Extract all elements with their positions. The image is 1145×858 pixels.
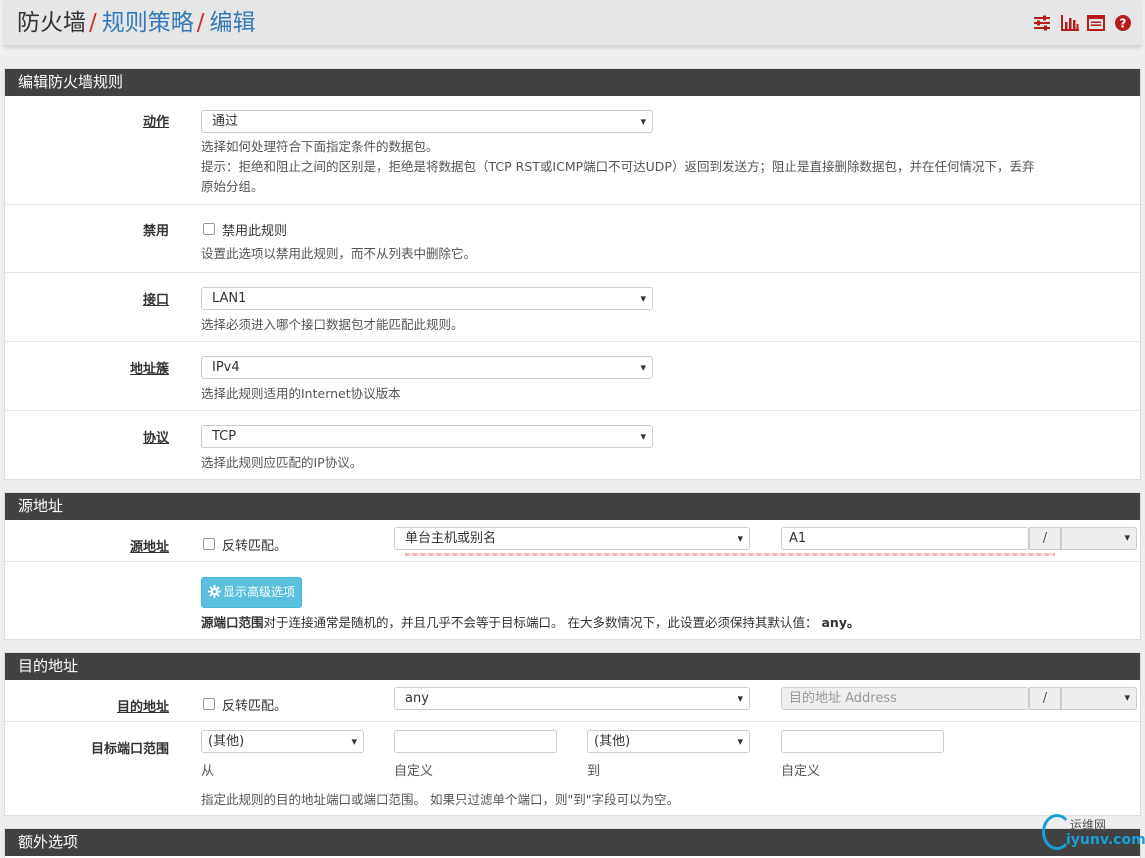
interface-label[interactable]: 接口 [143, 289, 169, 308]
interface-row: 接口 LAN1 选择必须进入哪个接口数据包才能匹配此规则。 [5, 273, 1140, 342]
show-advanced-button[interactable]: 显示高级选项 [201, 577, 302, 608]
port-from-caption: 从 [201, 764, 215, 779]
source-port-help-text: 对于连接通常是随机的，并且几乎不会等于目标端口。 在大多数情况下，此设置必须保持… [263, 615, 818, 630]
destination-type-select[interactable]: any [394, 687, 750, 710]
watermark-line2: iyunv.com [1066, 832, 1145, 848]
action-help-line: 提示：拒绝和阻止之间的区别是，拒绝是将数据包（TCP RST或ICMP端口不可达… [201, 159, 1035, 174]
source-mask-select[interactable] [1061, 527, 1137, 550]
protocol-select[interactable]: TCP [201, 425, 653, 448]
destination-address-row: 目的地址 反转匹配。 any 目的地址 Address / [5, 680, 1140, 722]
action-help: 选择如何处理符合下面指定条件的数据包。 提示：拒绝和阻止之间的区别是，拒绝是将数… [201, 137, 1136, 197]
disabled-row: 禁用 禁用此规则 设置此选项以禁用此规则，而不从列表中删除它。 [5, 205, 1140, 273]
watermark-logo: 运维网 iyunv.com [1040, 810, 1145, 856]
port-to-select[interactable]: (其他) [587, 730, 750, 753]
source-invert-checkbox[interactable] [203, 538, 215, 550]
gear-icon [208, 580, 221, 609]
source-invert-label[interactable]: 反转匹配。 [222, 535, 287, 554]
destination-mask-select[interactable] [1061, 687, 1137, 710]
sliders-icon[interactable] [1033, 14, 1051, 32]
source-address-input[interactable]: A1 [781, 527, 1029, 550]
source-advanced-row: 显示高级选项 源端口范围对于连接通常是随机的，并且几乎不会等于目标端口。 在大多… [5, 562, 1140, 640]
protocol-label[interactable]: 协议 [143, 427, 169, 446]
svg-text:?: ? [1120, 17, 1127, 31]
breadcrumb-separator: / [196, 10, 205, 36]
breadcrumb-root: 防火墙 [17, 10, 86, 36]
disabled-help: 设置此选项以禁用此规则，而不从列表中删除它。 [201, 246, 477, 261]
source-port-help-bold: 源端口范围 [201, 615, 264, 630]
source-port-help-default: any。 [821, 615, 860, 630]
source-address-label[interactable]: 源地址 [130, 536, 169, 555]
extra-options-panel: 额外选项 [4, 828, 1141, 858]
destination-mask-slash: / [1029, 687, 1061, 710]
port-from-custom-caption: 自定义 [394, 764, 434, 779]
destination-port-row: 目标端口范围 (其他) 从 自定义 (其他) 到 自定义 指定此规则的目的地址端… [5, 722, 1140, 816]
top-bar: 防火墙 / 规则策略 / 编辑 ? [4, 0, 1141, 46]
address-family-label[interactable]: 地址簇 [130, 358, 169, 377]
port-from-select[interactable]: (其他) [201, 730, 364, 753]
action-help-line: 原始分组。 [201, 179, 264, 194]
top-icons: ? [1033, 14, 1132, 32]
destination-invert-label[interactable]: 反转匹配。 [222, 695, 287, 714]
interface-select[interactable]: LAN1 [201, 287, 653, 310]
port-from-custom-input[interactable] [394, 730, 557, 753]
port-to-custom-caption: 自定义 [781, 764, 821, 779]
source-panel: 源地址 源地址 反转匹配。 单台主机或别名 A1 / 显示高级选项 源端口范围对… [4, 492, 1141, 640]
source-mask-slash: / [1029, 527, 1061, 550]
source-type-select[interactable]: 单台主机或别名 [394, 527, 750, 550]
show-advanced-button-label: 显示高级选项 [223, 585, 296, 599]
destination-invert-checkbox[interactable] [203, 698, 215, 710]
protocol-help: 选择此规则应匹配的IP协议。 [201, 455, 363, 470]
spellcheck-underline [405, 553, 1055, 556]
source-port-help: 源端口范围对于连接通常是随机的，并且几乎不会等于目标端口。 在大多数情况下，此设… [201, 613, 859, 633]
destination-port-help: 指定此规则的目的地址端口或端口范围。 如果只过滤单个端口，则"到"字段可以为空。 [201, 792, 679, 807]
action-help-line: 选择如何处理符合下面指定条件的数据包。 [201, 139, 439, 154]
breadcrumb: 防火墙 / 规则策略 / 编辑 [17, 9, 256, 37]
action-label[interactable]: 动作 [143, 111, 169, 130]
watermark-line1: 运维网 [1070, 818, 1107, 832]
bar-chart-icon[interactable] [1060, 14, 1079, 32]
destination-panel: 目的地址 目的地址 反转匹配。 any 目的地址 Address / 目标端口范… [4, 652, 1141, 816]
protocol-row: 协议 TCP 选择此规则应匹配的IP协议。 [5, 411, 1140, 479]
breadcrumb-rules-link[interactable]: 规则策略 [102, 10, 194, 36]
address-family-select[interactable]: IPv4 [201, 356, 653, 379]
panel-title: 额外选项 [5, 829, 1140, 856]
action-row: 动作 通过 选择如何处理符合下面指定条件的数据包。 提示：拒绝和阻止之间的区别是… [5, 96, 1140, 205]
panel-title: 目的地址 [5, 653, 1140, 680]
panel-title: 编辑防火墙规则 [5, 69, 1140, 96]
source-address-row: 源地址 反转匹配。 单台主机或别名 A1 / [5, 520, 1140, 562]
action-select[interactable]: 通过 [201, 110, 653, 133]
address-family-row: 地址簇 IPv4 选择此规则适用的Internet协议版本 [5, 342, 1140, 411]
breadcrumb-separator: / [89, 10, 97, 36]
destination-port-label: 目标端口范围 [90, 742, 169, 757]
destination-address-input[interactable]: 目的地址 Address [781, 687, 1029, 710]
disable-rule-checkbox[interactable] [203, 223, 215, 235]
disable-rule-checkbox-label[interactable]: 禁用此规则 [222, 220, 287, 239]
edit-rule-panel: 编辑防火墙规则 动作 通过 选择如何处理符合下面指定条件的数据包。 提示：拒绝和… [4, 68, 1141, 480]
destination-address-label[interactable]: 目的地址 [117, 696, 169, 715]
port-to-custom-input[interactable] [781, 730, 944, 753]
port-to-caption: 到 [587, 764, 601, 779]
list-icon[interactable] [1087, 14, 1105, 32]
disabled-label: 禁用 [142, 224, 169, 239]
help-icon[interactable]: ? [1114, 14, 1132, 32]
breadcrumb-edit-link[interactable]: 编辑 [210, 10, 256, 36]
interface-help: 选择必须进入哪个接口数据包才能匹配此规则。 [201, 317, 464, 332]
panel-title: 源地址 [5, 493, 1140, 520]
address-family-help: 选择此规则适用的Internet协议版本 [201, 386, 401, 401]
